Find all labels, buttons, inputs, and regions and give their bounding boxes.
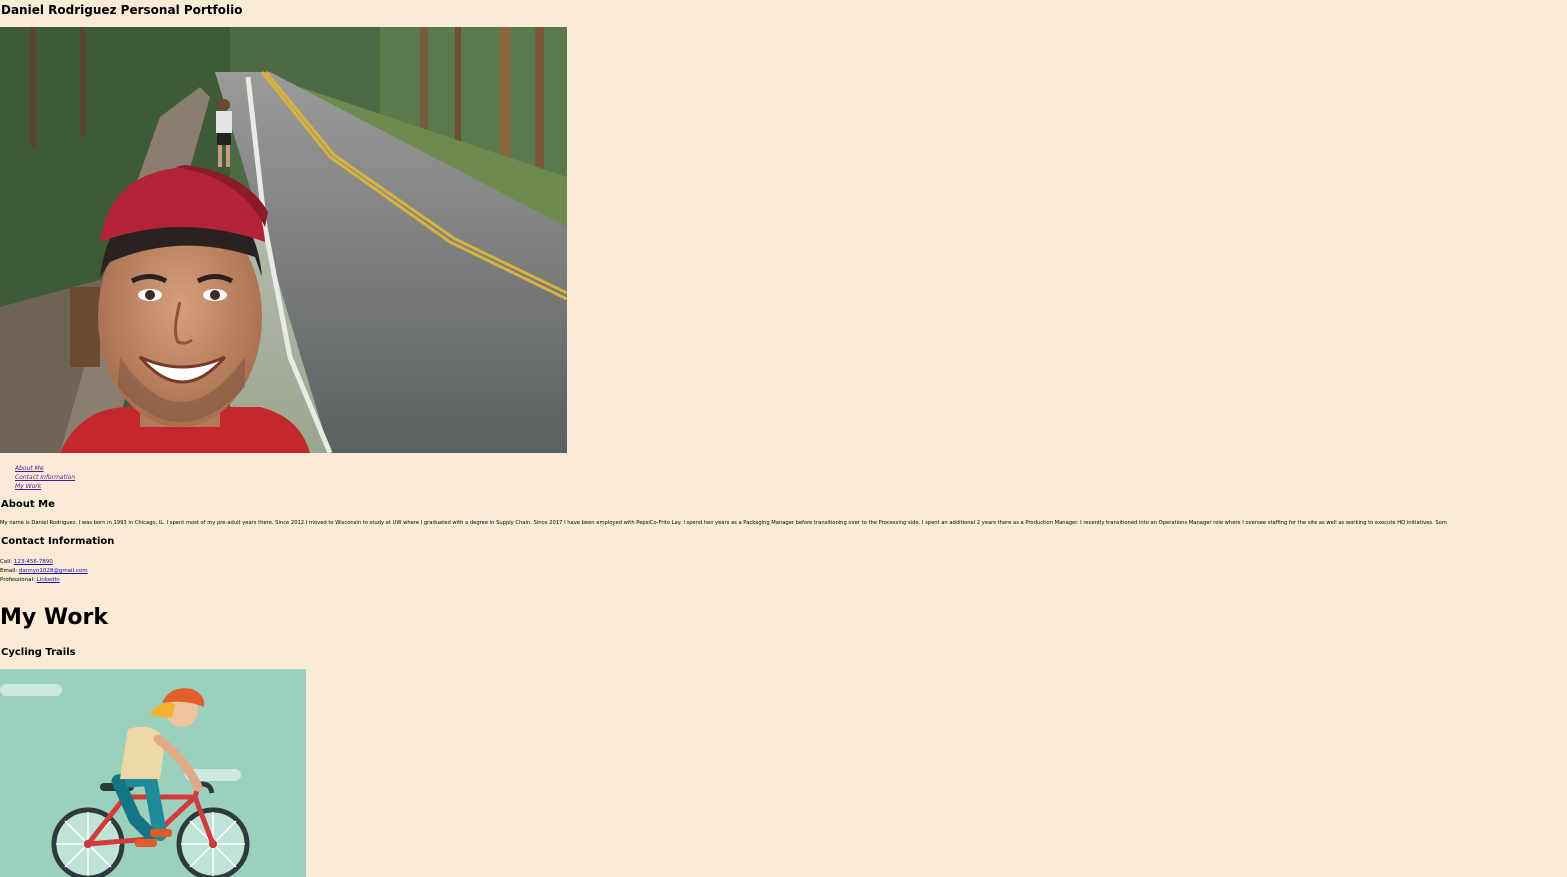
contact-cell-row: Cell: 123-456-7890	[0, 558, 88, 567]
linkedin-link[interactable]: LinkedIn	[37, 577, 60, 583]
page-title: Daniel Rodriguez Personal Portfolio	[1, 3, 243, 17]
project-title: Cycling Trails	[1, 647, 76, 658]
cell-label: Cell:	[0, 559, 13, 565]
email-label: Email:	[0, 568, 18, 574]
cycling-trails-image[interactable]	[0, 669, 306, 877]
contact-list: Cell: 123-456-7890 Email: dannyo1028@gma…	[0, 558, 88, 585]
hero-photo	[0, 27, 567, 453]
cell-link[interactable]: 123-456-7890	[14, 559, 53, 565]
contact-professional-row: Professional: LinkedIn	[0, 576, 88, 585]
nav-item: Contact Information	[15, 469, 75, 481]
about-heading: About Me	[1, 499, 55, 510]
nav-item: About Me	[15, 460, 75, 472]
work-heading: My Work	[0, 605, 108, 630]
page: Daniel Rodriguez Personal Portfolio Abou…	[0, 0, 1567, 877]
contact-heading: Contact Information	[1, 536, 115, 547]
email-link[interactable]: dannyo1028@gmail.com	[19, 568, 88, 574]
professional-label: Professional:	[0, 577, 35, 583]
nav-link-work[interactable]: My Work	[15, 483, 41, 490]
contact-email-row: Email: dannyo1028@gmail.com	[0, 567, 88, 576]
nav-links: About Me Contact Information My Work	[15, 460, 75, 490]
about-paragraph: My name is Daniel Rodriguez. I was born …	[0, 520, 1447, 526]
